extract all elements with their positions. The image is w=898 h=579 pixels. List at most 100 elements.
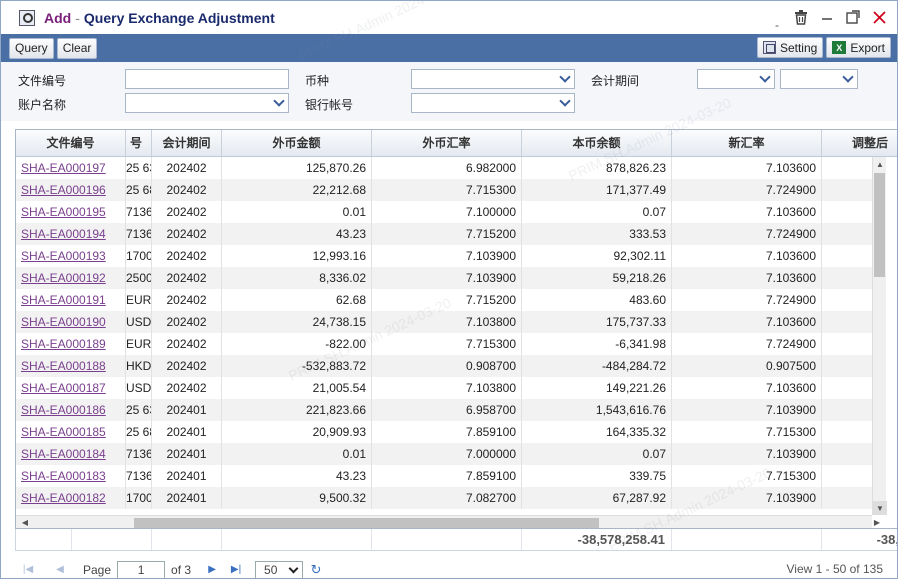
fc-rate-cell: 7.103800: [372, 377, 522, 399]
setting-button[interactable]: Setting: [756, 37, 824, 58]
vertical-scrollbar[interactable]: ▲ ▼: [872, 157, 887, 515]
header-fc-rate[interactable]: 外币汇率: [372, 130, 522, 156]
maximize-icon[interactable]: [845, 9, 861, 25]
account-cell: EUR: [126, 289, 152, 311]
new-rate-cell: 7.724900: [672, 179, 822, 201]
lc-balance-cell: 149,221.26: [522, 377, 672, 399]
doc-no-link[interactable]: SHA-EA000184: [16, 443, 126, 465]
lc-balance-cell: 878,826.23: [522, 157, 672, 179]
next-page-icon[interactable]: ▶: [205, 563, 219, 577]
adjusted-cell: [822, 333, 872, 355]
fc-rate-cell: 7.082700: [372, 487, 522, 509]
adjusted-cell: [822, 267, 872, 289]
table-row[interactable]: SHA-EA000188 HKD 202402 -532,883.72 0.908700…: [16, 355, 872, 377]
doc-no-link[interactable]: SHA-EA000196: [16, 179, 126, 201]
period-from-select[interactable]: [697, 69, 775, 89]
account-cell: USD: [126, 311, 152, 333]
first-page-icon[interactable]: |◀: [21, 563, 35, 577]
fc-amount-cell: 12,993.16: [222, 245, 372, 267]
header-doc-no[interactable]: 文件编号: [16, 130, 126, 156]
period-cell: 202401: [152, 399, 222, 421]
prev-page-icon[interactable]: ◀: [53, 563, 67, 577]
doc-no-link[interactable]: SHA-EA000192: [16, 267, 126, 289]
doc-no-link[interactable]: SHA-EA000189: [16, 333, 126, 355]
table-row[interactable]: SHA-EA000195 7136 202402 0.01 7.100000 0.07 7.…: [16, 201, 872, 223]
doc-no-link[interactable]: SHA-EA000197: [16, 157, 126, 179]
lc-balance-cell: 339.75: [522, 465, 672, 487]
summary-cell-period: [152, 529, 222, 550]
page-number-input[interactable]: 1: [117, 560, 166, 578]
table-row[interactable]: SHA-EA000187 USD 202402 21,005.54 7.103800 14…: [16, 377, 872, 399]
summary-adjusted-total: -38,: [822, 529, 897, 550]
vertical-scroll-thumb[interactable]: [874, 173, 885, 277]
header-fc-amount[interactable]: 外币金额: [222, 130, 372, 156]
table-row[interactable]: SHA-EA000193 1700 202402 12,993.16 7.103900 9…: [16, 245, 872, 267]
horizontal-scroll-thumb[interactable]: [134, 518, 599, 528]
scroll-right-icon[interactable]: ▶: [870, 516, 884, 528]
query-button[interactable]: Query: [9, 37, 54, 59]
doc-no-link[interactable]: SHA-EA000194: [16, 223, 126, 245]
doc-no-link[interactable]: SHA-EA000195: [16, 201, 126, 223]
adjusted-cell: [822, 289, 872, 311]
account-cell: 1700: [126, 245, 152, 267]
new-rate-cell: 7.103900: [672, 487, 822, 509]
close-icon[interactable]: [871, 9, 887, 25]
summary-cell-new-rate: [672, 529, 822, 550]
table-row[interactable]: SHA-EA00019725 63202402125,870.266.98200…: [16, 157, 872, 179]
table-row[interactable]: SHA-EA000194 7136 202402 43.23 7.715200 333.5…: [16, 223, 872, 245]
table-row[interactable]: SHA-EA000184 7136 202401 0.01 7.000000 0.07 7.…: [16, 443, 872, 465]
account-name-label: 账户名称: [18, 98, 67, 112]
export-button[interactable]: X Export: [826, 37, 891, 58]
doc-no-input[interactable]: [125, 69, 289, 89]
clear-button[interactable]: Clear: [56, 37, 98, 59]
page-size-select[interactable]: 50: [255, 560, 304, 578]
doc-no-link[interactable]: SHA-EA000186: [16, 399, 126, 421]
lc-balance-cell: -484,284.72: [522, 355, 672, 377]
doc-no-link[interactable]: SHA-EA000187: [16, 377, 126, 399]
table-row[interactable]: SHA-EA000191 EUR 202402 62.68 7.715200 483.60…: [16, 289, 872, 311]
doc-no-link[interactable]: SHA-EA000190: [16, 311, 126, 333]
scroll-down-icon[interactable]: ▼: [873, 501, 887, 515]
header-new-rate[interactable]: 新汇率: [672, 130, 822, 156]
refresh-icon[interactable]: ↻: [309, 562, 323, 577]
doc-no-link[interactable]: SHA-EA000191: [16, 289, 126, 311]
grid-body: SHA-EA00019725 63202402125,870.266.98200…: [16, 157, 872, 515]
table-row[interactable]: SHA-EA000182 1700 202401 9,500.32 7.082700 67…: [16, 487, 872, 509]
doc-no-link[interactable]: SHA-EA000193: [16, 245, 126, 267]
scroll-left-icon[interactable]: ◀: [18, 516, 32, 528]
period-cell: 202402: [152, 179, 222, 201]
fc-rate-cell: 7.103900: [372, 245, 522, 267]
account-cell: 25 63: [126, 399, 152, 421]
doc-no-link[interactable]: SHA-EA000185: [16, 421, 126, 443]
header-adjusted[interactable]: 调整后: [822, 130, 897, 156]
period-cell: 202402: [152, 245, 222, 267]
table-row[interactable]: SHA-EA000192 2500 202402 8,336.02 7.103900 59…: [16, 267, 872, 289]
period-to-select[interactable]: [780, 69, 858, 89]
fc-amount-cell: 8,336.02: [222, 267, 372, 289]
table-row[interactable]: SHA-EA000189 EUR 202402 -822.00 7.715300 -6,3…: [16, 333, 872, 355]
adjusted-cell: [822, 201, 872, 223]
table-row[interactable]: SHA-EA00018525 6820240120,909.937.859100…: [16, 421, 872, 443]
table-row[interactable]: SHA-EA000183 7136 202401 43.23 7.859100 339.7…: [16, 465, 872, 487]
horizontal-scrollbar[interactable]: ◀ ▶: [16, 515, 880, 528]
table-row[interactable]: SHA-EA000190 USD 202402 24,738.15 7.103800 17…: [16, 311, 872, 333]
bank-account-select[interactable]: [411, 93, 575, 113]
header-account[interactable]: 号: [126, 130, 152, 156]
lc-balance-cell: 0.07: [522, 201, 672, 223]
table-row[interactable]: SHA-EA00019625 6820240222,212.687.715300…: [16, 179, 872, 201]
doc-no-link[interactable]: SHA-EA000188: [16, 355, 126, 377]
currency-select[interactable]: [411, 69, 575, 89]
table-row[interactable]: SHA-EA00018625 63202401221,823.666.95870…: [16, 399, 872, 421]
fc-rate-cell: 7.103900: [372, 267, 522, 289]
minimize-icon[interactable]: [819, 9, 835, 25]
header-lc-balance[interactable]: 本币余额: [522, 130, 672, 156]
account-cell: 7136: [126, 443, 152, 465]
period-cell: 202401: [152, 421, 222, 443]
doc-no-link[interactable]: SHA-EA000182: [16, 487, 126, 509]
last-page-icon[interactable]: ▶|: [229, 563, 243, 577]
trash-icon[interactable]: [793, 9, 809, 25]
header-period[interactable]: 会计期间: [152, 130, 222, 156]
scroll-up-icon[interactable]: ▲: [873, 157, 887, 171]
account-name-select[interactable]: [125, 93, 289, 113]
doc-no-link[interactable]: SHA-EA000183: [16, 465, 126, 487]
